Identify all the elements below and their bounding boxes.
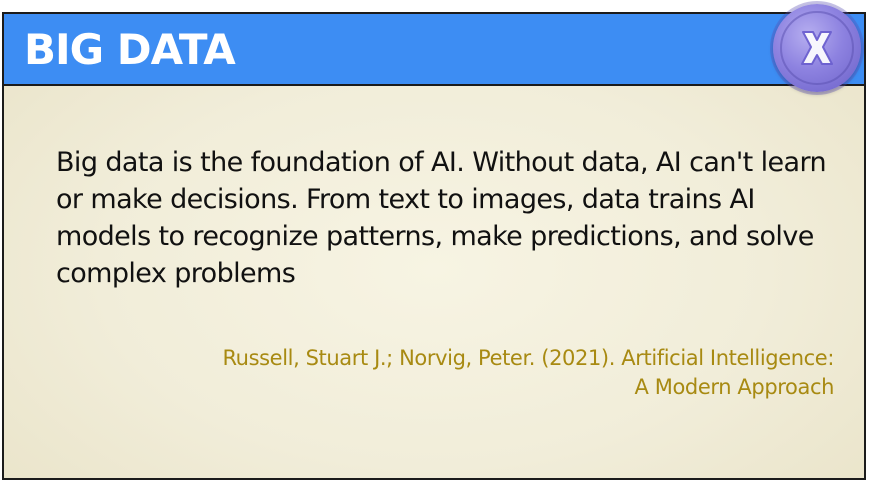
card-body-text: Big data is the foundation of AI. Withou… [56, 147, 827, 289]
card-title: BIG DATA [24, 25, 236, 74]
close-icon [780, 11, 854, 85]
citation: Russell, Stuart J.; Norvig, Peter. (2021… [114, 344, 834, 402]
info-card: BIG DATA Big data is the foundation of A… [2, 12, 866, 480]
citation-line-2: A Modern Approach [634, 375, 835, 399]
close-button[interactable] [773, 4, 861, 92]
citation-line-1: Russell, Stuart J.; Norvig, Peter. (2021… [222, 346, 834, 370]
card-header: BIG DATA [4, 14, 864, 86]
